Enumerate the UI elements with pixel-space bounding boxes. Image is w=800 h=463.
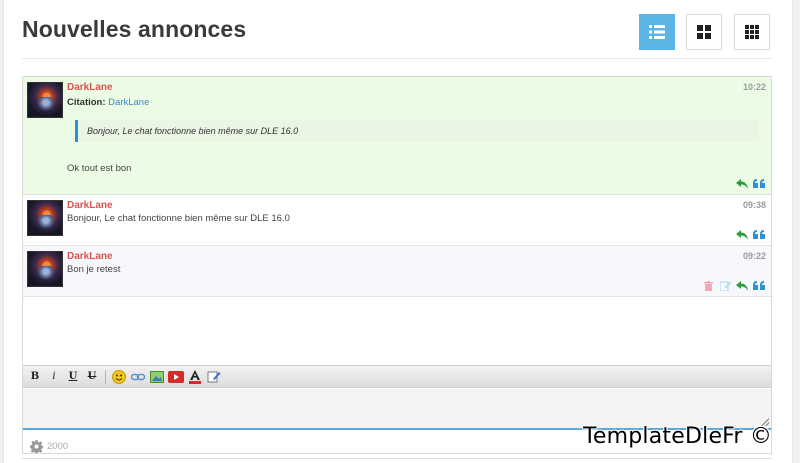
- char-counter: 2000: [30, 440, 68, 453]
- message-time: 09:38: [742, 200, 766, 210]
- avatar[interactable]: [27, 251, 63, 287]
- youtube-icon: [168, 370, 184, 383]
- image-icon: [150, 370, 164, 383]
- chat-message: DarkLane 10:22 Citation: DarkLane Bonjou…: [23, 77, 771, 195]
- reply-icon[interactable]: [736, 280, 748, 292]
- underline-button[interactable]: U: [65, 369, 81, 385]
- list-view-button[interactable]: [639, 14, 675, 50]
- reply-icon[interactable]: [736, 178, 748, 190]
- avatar[interactable]: [27, 82, 63, 118]
- youtube-button[interactable]: [168, 369, 184, 385]
- message-text: Bon je retest: [67, 264, 121, 275]
- toolbar-separator: [105, 369, 106, 384]
- bold-button[interactable]: B: [27, 369, 43, 385]
- page: Nouvelles annonces DarkLane 10:22 Citati…: [3, 0, 793, 463]
- page-title: Nouvelles annonces: [22, 16, 247, 42]
- delete-icon[interactable]: [702, 280, 714, 292]
- message-time: 09:22: [742, 251, 766, 261]
- eraser-icon: [207, 371, 221, 382]
- citation-author[interactable]: DarkLane: [108, 97, 149, 108]
- reply-icon[interactable]: [736, 229, 748, 241]
- font-color-icon: [189, 369, 201, 384]
- message-text: Ok tout est bon: [67, 163, 132, 174]
- grid-2x2-icon: [697, 25, 711, 39]
- grid-3x3-button[interactable]: [734, 14, 770, 50]
- chat-message: DarkLane 09:22 Bon je retest: [23, 246, 771, 297]
- avatar[interactable]: [27, 200, 63, 236]
- watermark: TemplateDleFr ©: [583, 424, 773, 449]
- message-author[interactable]: DarkLane: [67, 251, 113, 262]
- link-icon: [131, 373, 145, 380]
- smiley-icon: [112, 369, 126, 384]
- clear-format-button[interactable]: [206, 369, 222, 385]
- image-button[interactable]: [149, 369, 165, 385]
- italic-button[interactable]: i: [46, 369, 62, 385]
- bottom-divider: [22, 458, 772, 459]
- quote-icon[interactable]: [753, 280, 765, 292]
- message-author[interactable]: DarkLane: [67, 82, 113, 93]
- message-text: Bonjour, Le chat fonctionne bien même su…: [67, 213, 290, 224]
- message-author[interactable]: DarkLane: [67, 200, 113, 211]
- strike-button[interactable]: U: [84, 369, 100, 385]
- gear-icon[interactable]: [30, 440, 43, 453]
- quote-icon[interactable]: [753, 229, 765, 241]
- list-view-icon: [649, 25, 665, 39]
- smiley-button[interactable]: [111, 369, 127, 385]
- quote-icon[interactable]: [753, 178, 765, 190]
- header-divider: [22, 58, 772, 59]
- quote-block: Bonjour, Le chat fonctionne bien même su…: [75, 120, 759, 142]
- grid-2x2-button[interactable]: [686, 14, 722, 50]
- counter-value: 2000: [47, 441, 69, 452]
- message-time: 10:22: [742, 82, 766, 92]
- citation-line: Citation: DarkLane: [67, 97, 149, 108]
- link-button[interactable]: [130, 369, 146, 385]
- editor-toolbar: B i U U: [23, 365, 771, 388]
- chat-panel: DarkLane 10:22 Citation: DarkLane Bonjou…: [22, 76, 772, 454]
- grid-3x3-icon: [745, 25, 759, 39]
- chat-message: DarkLane 09:38 Bonjour, Le chat fonction…: [23, 195, 771, 246]
- font-color-button[interactable]: [187, 369, 203, 385]
- edit-icon[interactable]: [719, 280, 731, 292]
- citation-label: Citation:: [67, 97, 106, 108]
